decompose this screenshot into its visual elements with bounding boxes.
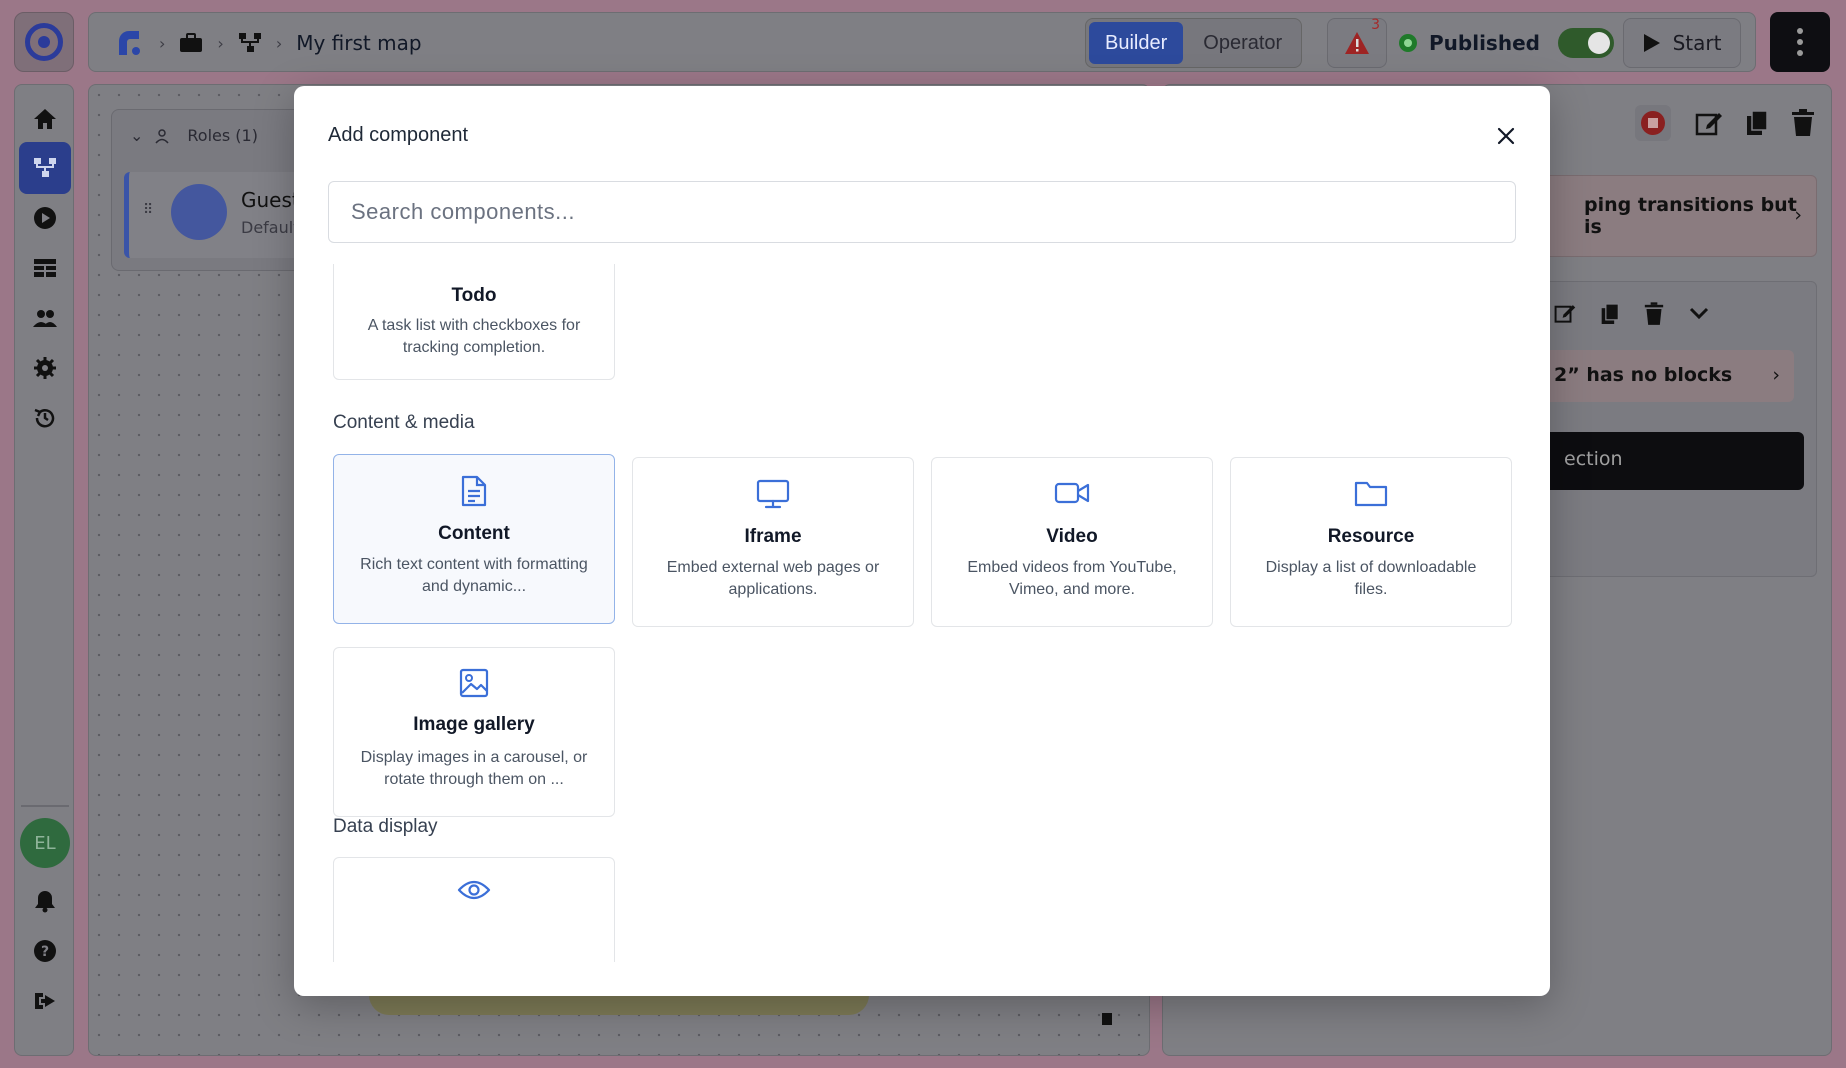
alerts-button[interactable]: 3 [1327,17,1387,68]
operator-mode-button[interactable]: Operator [1187,22,1298,64]
topbar: › › › My first map Builder Operator 3 Pu… [88,12,1756,72]
status-label: Published [1429,31,1540,55]
section-title-content-media: Content & media [333,412,475,433]
table-icon[interactable] [19,242,71,294]
folder-icon [1231,478,1511,508]
brand-icon[interactable] [113,27,145,59]
drag-handle-icon[interactable]: ⠿ [143,202,153,218]
history-icon[interactable] [19,392,71,444]
component-card-resource[interactable]: Resource Display a list of downloadable … [1230,457,1512,627]
roles-count-label: Roles (1) [187,126,258,145]
card-description: Rich text content with formatting and dy… [360,556,588,595]
card-title: Todo [451,285,497,306]
breadcrumb: › › › My first map [113,13,422,73]
chevron-down-icon[interactable]: ⌄ [130,126,143,145]
trash-icon[interactable] [1791,109,1815,137]
mode-switch: Builder Operator [1085,18,1303,68]
no-blocks-text: 2” has no blocks [1554,364,1733,386]
card-description: Display images in a carousel, or rotate … [360,749,588,788]
roles-header[interactable]: ⌄ Roles (1) [130,126,258,145]
alert-count-badge: 3 [1371,17,1380,33]
card-description: A task list with checkboxes for tracking… [367,317,581,356]
cursor-icon [1102,1013,1112,1025]
image-icon [334,668,614,698]
section-title-data-display: Data display [333,816,438,837]
publish-status: Published [1399,13,1614,73]
help-icon[interactable]: ? [19,925,71,977]
more-menu-button[interactable] [1770,12,1830,72]
dialog-title: Add component [328,124,469,146]
card-description: Embed videos from YouTube, Vimeo, and mo… [967,559,1177,598]
briefcase-icon[interactable] [179,32,203,54]
start-button[interactable]: Start [1623,18,1741,68]
edit-icon[interactable] [1695,110,1723,136]
users-icon [155,128,169,144]
section-actions [1554,302,1710,326]
sidebar: EL ? [14,84,74,1056]
chevron-down-icon[interactable] [1688,302,1710,324]
card-title: Content [438,523,510,544]
chevron-right-icon: › [159,33,166,53]
builder-mode-button[interactable]: Builder [1089,22,1184,64]
stop-icon[interactable] [1633,103,1673,143]
card-title: Video [1046,526,1098,547]
panel-toolbar [1633,103,1815,143]
component-card-todo[interactable]: Todo A task list with checkboxes for tra… [333,264,615,380]
play-icon [1643,34,1660,52]
component-card-view[interactable] [333,857,615,962]
component-card-image-gallery[interactable]: Image gallery Display images in a carous… [333,647,615,817]
sidebar-divider [21,805,69,807]
chevron-right-icon: › [1772,364,1780,386]
avatar[interactable]: EL [20,818,70,868]
svg-text:?: ? [41,944,49,960]
edit-icon[interactable] [1554,302,1576,324]
app-logo[interactable] [14,12,74,72]
card-title: Resource [1327,526,1415,547]
chevron-right-icon: › [217,33,224,53]
monitor-icon [633,478,913,510]
card-description: Display a list of downloadable files. [1265,559,1477,598]
bell-icon[interactable] [19,875,71,927]
add-component-dialog: Add component Todo A task list with chec… [294,86,1550,996]
component-card-iframe[interactable]: Iframe Embed external web pages or appli… [632,457,914,627]
logout-icon[interactable] [19,975,71,1027]
chevron-right-icon: › [1794,204,1802,226]
publish-toggle[interactable] [1557,28,1614,58]
search-input[interactable] [328,181,1516,243]
card-title: Image gallery [413,714,535,735]
home-icon[interactable] [19,93,71,145]
users-icon[interactable] [19,292,71,344]
trash-icon[interactable] [1644,302,1664,326]
copy-icon[interactable] [1745,109,1769,137]
card-description: Embed external web pages or applications… [666,559,880,598]
component-list[interactable]: Todo A task list with checkboxes for tra… [294,264,1550,962]
status-dot-icon [1399,34,1417,52]
warning-icon [1345,32,1369,54]
map-icon[interactable] [19,142,71,194]
play-circle-icon[interactable] [19,192,71,244]
start-label: Start [1672,31,1722,55]
component-card-video[interactable]: Video Embed videos from YouTube, Vimeo, … [931,457,1213,627]
settings-icon[interactable] [19,342,71,394]
map-icon[interactable] [238,32,262,54]
role-subtitle: Default [241,218,300,237]
copy-icon[interactable] [1600,302,1620,326]
role-name: Guest [241,188,300,212]
eye-icon [334,878,614,902]
component-card-content[interactable]: Content Rich text content with formattin… [333,454,615,624]
video-icon [932,478,1212,508]
chevron-right-icon: › [275,33,283,53]
role-avatar [171,184,227,240]
card-title: Iframe [744,526,802,547]
warning-text: ping transitions but is [1584,194,1797,238]
close-icon[interactable] [1490,120,1522,152]
map-title[interactable]: My first map [296,31,421,55]
document-icon [334,475,614,507]
